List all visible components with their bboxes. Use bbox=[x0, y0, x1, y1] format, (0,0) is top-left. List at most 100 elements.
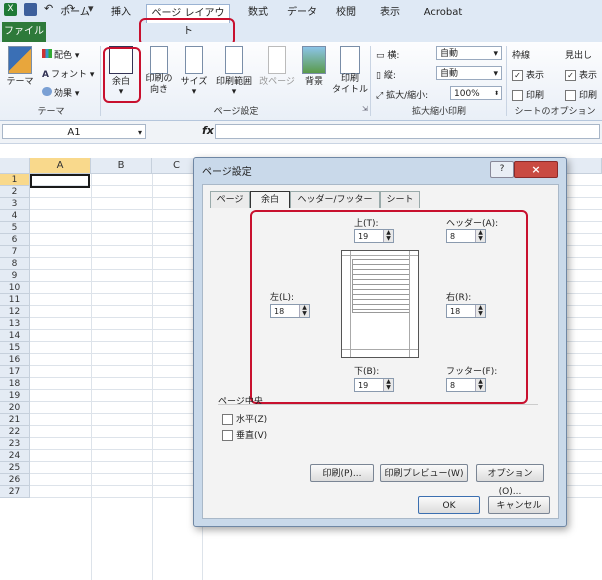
footer-margin-input[interactable]: 8 ▲ ▼ bbox=[446, 378, 486, 392]
row-header[interactable]: 18 bbox=[0, 378, 30, 390]
row-header[interactable]: 26 bbox=[0, 474, 30, 486]
print-area-label: 印刷範囲 bbox=[215, 77, 252, 87]
right-margin-input[interactable]: 18 ▲ ▼ bbox=[446, 304, 486, 318]
cancel-button[interactable]: キャンセル bbox=[488, 496, 550, 514]
insert-function-icon[interactable]: fx bbox=[202, 124, 214, 137]
width-dropdown[interactable]: 自動 ▾ bbox=[436, 46, 502, 60]
row-header[interactable]: 12 bbox=[0, 306, 30, 318]
tab-acrobat[interactable]: Acrobat bbox=[418, 4, 468, 22]
tab-page[interactable]: ページ bbox=[210, 191, 250, 208]
ribbon-separator bbox=[370, 46, 371, 116]
print-preview-button[interactable]: 印刷プレビュー(W) bbox=[380, 464, 468, 482]
spin-icon: ⬍ bbox=[493, 90, 499, 97]
orientation-button[interactable]: 印刷の 向き bbox=[142, 46, 176, 96]
row-header[interactable]: 21 bbox=[0, 414, 30, 426]
tab-sheet[interactable]: シート bbox=[380, 191, 420, 208]
tab-file[interactable]: ファイル bbox=[2, 22, 46, 42]
fonts-icon: A bbox=[42, 70, 49, 80]
effects-button[interactable]: 効果 ▾ bbox=[42, 86, 79, 99]
breaks-button[interactable]: 改ページ bbox=[258, 46, 296, 87]
formula-input[interactable] bbox=[215, 124, 600, 139]
ok-button[interactable]: OK bbox=[418, 496, 480, 514]
bottom-margin-input[interactable]: 19 ▲ ▼ bbox=[354, 378, 394, 392]
active-cell-a1[interactable] bbox=[30, 174, 90, 188]
row-header[interactable]: 23 bbox=[0, 438, 30, 450]
preview-guide-line bbox=[342, 349, 418, 350]
row-header[interactable]: 15 bbox=[0, 342, 30, 354]
height-icon: ▯ bbox=[376, 71, 381, 81]
print-titles-label: 印刷 タイトル bbox=[332, 74, 369, 95]
row-header[interactable]: 5 bbox=[0, 222, 30, 234]
fonts-label: フォント bbox=[50, 70, 87, 80]
top-margin-input[interactable]: 19 ▲ ▼ bbox=[354, 229, 394, 243]
headings-print-checkbox[interactable]: 印刷 bbox=[565, 88, 597, 101]
tab-data[interactable]: データ bbox=[284, 4, 320, 22]
row-header[interactable]: 27 bbox=[0, 486, 30, 498]
colors-button[interactable]: 配色 ▾ bbox=[42, 48, 79, 61]
background-button[interactable]: 背景 bbox=[298, 46, 330, 87]
row-header[interactable]: 3 bbox=[0, 198, 30, 210]
spin-icon[interactable]: ▲ ▼ bbox=[383, 379, 393, 391]
tab-insert[interactable]: 挿入 bbox=[100, 4, 142, 22]
row-header[interactable]: 19 bbox=[0, 390, 30, 402]
row-header[interactable]: 4 bbox=[0, 210, 30, 222]
themes-button[interactable]: テーマ bbox=[4, 46, 36, 87]
breaks-icon bbox=[268, 46, 286, 74]
height-label: ▯ 縦: bbox=[376, 71, 396, 81]
effects-icon bbox=[42, 87, 52, 96]
tab-margins[interactable]: 余白 bbox=[250, 191, 290, 208]
row-header[interactable]: 8 bbox=[0, 258, 30, 270]
print-titles-button[interactable]: 印刷 タイトル bbox=[332, 46, 368, 96]
breaks-label: 改ページ bbox=[259, 77, 295, 87]
row-header[interactable]: 25 bbox=[0, 462, 30, 474]
row-header[interactable]: 17 bbox=[0, 366, 30, 378]
help-button[interactable]: ? bbox=[490, 161, 514, 178]
name-box[interactable]: A1 ▾ bbox=[2, 124, 146, 139]
print-area-button[interactable]: 印刷範囲 ▾ bbox=[212, 46, 256, 97]
row-header[interactable]: 22 bbox=[0, 426, 30, 438]
column-header[interactable]: B bbox=[91, 158, 152, 174]
scale-input[interactable]: 100% ⬍ bbox=[450, 86, 502, 100]
column-header[interactable]: A bbox=[30, 158, 91, 174]
spin-icon[interactable]: ▲ ▼ bbox=[475, 230, 485, 242]
row-header[interactable]: 9 bbox=[0, 270, 30, 282]
gridlines-print-checkbox[interactable]: 印刷 bbox=[512, 88, 544, 101]
size-button[interactable]: サイズ ▾ bbox=[178, 46, 210, 97]
tab-header-footer[interactable]: ヘッダー/フッター bbox=[290, 191, 380, 208]
center-vertical-checkbox[interactable]: 垂直(V) bbox=[222, 428, 267, 441]
tab-view[interactable]: 表示 bbox=[372, 4, 408, 22]
header-margin-input[interactable]: 8 ▲ ▼ bbox=[446, 229, 486, 243]
row-header[interactable]: 16 bbox=[0, 354, 30, 366]
row-header[interactable]: 20 bbox=[0, 402, 30, 414]
headings-view-checkbox[interactable]: ✓ 表示 bbox=[565, 68, 597, 81]
row-header[interactable]: 1 bbox=[0, 174, 30, 186]
row-header[interactable]: 24 bbox=[0, 450, 30, 462]
row-header[interactable]: 7 bbox=[0, 246, 30, 258]
row-header[interactable]: 2 bbox=[0, 186, 30, 198]
row-header[interactable]: 11 bbox=[0, 294, 30, 306]
page-setup-launcher-icon[interactable]: ⇲ bbox=[362, 105, 368, 113]
select-all-corner[interactable] bbox=[0, 158, 30, 174]
tab-review[interactable]: 校閲 bbox=[328, 4, 364, 22]
tab-home[interactable]: ホーム bbox=[52, 4, 98, 22]
spin-icon[interactable]: ▲ ▼ bbox=[383, 230, 393, 242]
fonts-button[interactable]: A フォント ▾ bbox=[42, 67, 94, 80]
row-header[interactable]: 10 bbox=[0, 282, 30, 294]
save-icon[interactable] bbox=[24, 3, 37, 16]
left-margin-input[interactable]: 18 ▲ ▼ bbox=[270, 304, 310, 318]
orientation-icon bbox=[150, 46, 168, 74]
spin-icon[interactable]: ▲ ▼ bbox=[299, 305, 309, 317]
close-button[interactable]: × bbox=[514, 161, 558, 178]
options-button[interactable]: オプション(O)... bbox=[476, 464, 544, 497]
row-header[interactable]: 6 bbox=[0, 234, 30, 246]
row-header[interactable]: 13 bbox=[0, 318, 30, 330]
spin-icon[interactable]: ▲ ▼ bbox=[475, 379, 485, 391]
center-horizontal-checkbox[interactable]: 水平(Z) bbox=[222, 412, 267, 425]
page-setup-group-label: ページ設定 bbox=[213, 107, 259, 117]
spin-icon[interactable]: ▲ ▼ bbox=[475, 305, 485, 317]
print-button[interactable]: 印刷(P)... bbox=[310, 464, 374, 482]
gridlines-view-checkbox[interactable]: ✓ 表示 bbox=[512, 68, 544, 81]
row-header[interactable]: 14 bbox=[0, 330, 30, 342]
height-dropdown[interactable]: 自動 ▾ bbox=[436, 66, 502, 80]
tab-formulas[interactable]: 数式 bbox=[240, 4, 276, 22]
